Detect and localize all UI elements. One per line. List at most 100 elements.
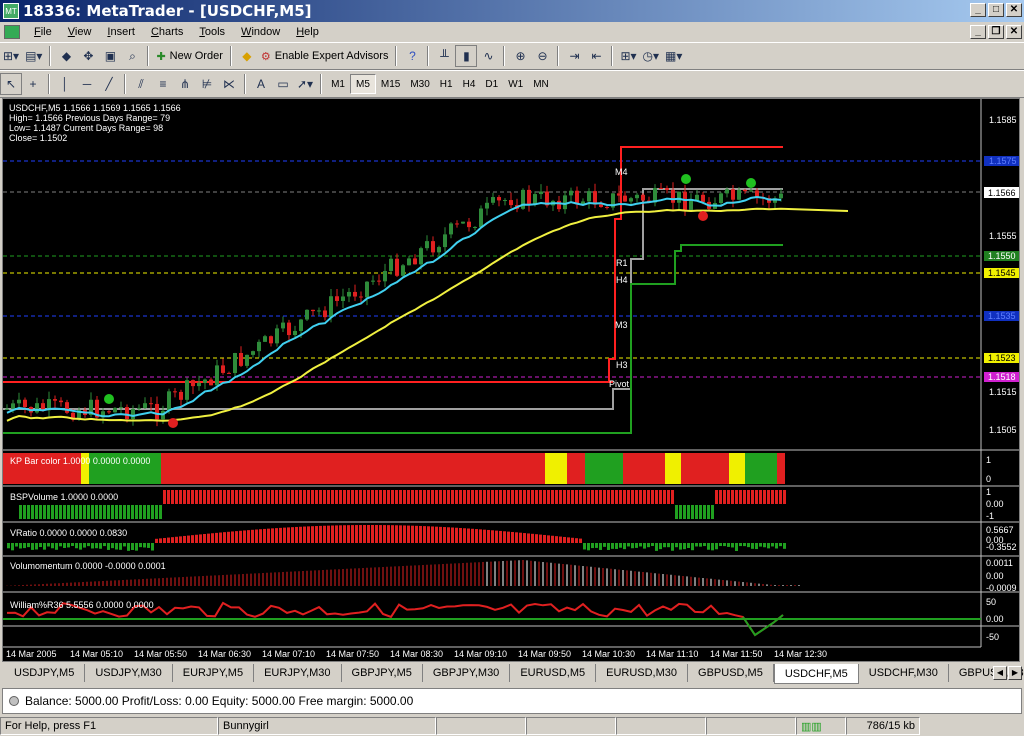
timeframe-m5[interactable]: M5 (349, 74, 376, 94)
new-order-button[interactable]: ✚ New Order (153, 45, 225, 67)
tab-eurusd-m5[interactable]: EURUSD,M5 (510, 664, 597, 682)
bsp-volume-bar (599, 490, 602, 504)
terminal-icon[interactable]: ▣ (99, 45, 121, 67)
chart-window-icon[interactable] (4, 25, 20, 39)
cursor-icon[interactable]: ↖ (0, 73, 22, 95)
vratio-bar (519, 532, 522, 543)
fibonacci-retracement-icon[interactable]: ≡ (152, 73, 174, 95)
menu-help[interactable]: Help (288, 26, 327, 38)
bsp-volume-bar (763, 490, 766, 504)
vratio-bar (63, 543, 66, 548)
timeframe-m30[interactable]: M30 (405, 74, 434, 94)
periods-icon[interactable]: ◷▾ (640, 45, 663, 67)
line-chart-icon[interactable]: ∿ (477, 45, 499, 67)
fibonacci-arcs-icon[interactable]: ⋉ (218, 73, 240, 95)
vratio-bar (595, 543, 598, 548)
tab-usdchf-m30[interactable]: USDCHF,M30 (859, 664, 949, 682)
volmom-axis-label: 0.00 (986, 571, 1004, 581)
candle-body (287, 322, 291, 336)
templates-icon[interactable]: ▦▾ (662, 45, 685, 67)
market-watch-icon[interactable]: ◆ (55, 45, 77, 67)
child-restore-button[interactable]: ❐ (988, 25, 1004, 39)
menu-window[interactable]: Window (233, 26, 288, 38)
timeframe-m15[interactable]: M15 (376, 74, 405, 94)
text-icon[interactable]: A (250, 73, 272, 95)
tab-usdjpy-m5[interactable]: USDJPY,M5 (4, 664, 86, 682)
tab-eurjpy-m5[interactable]: EURJPY,M5 (173, 664, 255, 682)
bar-chart-icon[interactable]: ╨ (433, 45, 455, 67)
timeframe-w1[interactable]: W1 (503, 74, 528, 94)
profiles-icon[interactable]: ▤▾ (22, 45, 45, 67)
candle-body (641, 194, 645, 201)
menu-tools[interactable]: Tools (191, 26, 233, 38)
candle-body (779, 193, 783, 199)
new-chart-icon[interactable]: ⊞▾ (0, 45, 22, 67)
tab-gbpjpy-m30[interactable]: GBPJPY,M30 (423, 664, 511, 682)
gann-fan-icon[interactable]: ⋔ (174, 73, 196, 95)
tab-eurjpy-m30[interactable]: EURJPY,M30 (254, 664, 342, 682)
bsp-volume-bar (167, 490, 170, 504)
metaeditor-icon[interactable]: ◆ (236, 45, 258, 67)
vratio-bar (91, 543, 94, 549)
indicators-icon[interactable]: ⊞▾ (617, 45, 639, 67)
candlestick-icon[interactable]: ▮ (455, 45, 478, 67)
timeframe-m1[interactable]: M1 (326, 74, 350, 94)
timeframe-d1[interactable]: D1 (480, 74, 503, 94)
vratio-bar (531, 533, 534, 543)
crosshair-icon[interactable]: + (22, 73, 44, 95)
minimize-button[interactable]: _ (970, 3, 986, 17)
bsp-volume-bar (243, 490, 246, 504)
level-label-h3: H3 (616, 360, 628, 370)
chart-window[interactable]: USDCHF,M5 1.1566 1.1569 1.1565 1.1566 Hi… (2, 98, 1020, 662)
tab-scroll-right-icon[interactable]: ▶ (1008, 666, 1022, 680)
text-label-icon[interactable]: ▭ (272, 73, 294, 95)
tab-gbpusd-m5[interactable]: GBPUSD,M5 (688, 664, 774, 682)
candle-body (731, 189, 735, 200)
bsp-volume-bar (107, 505, 110, 519)
vertical-line-icon[interactable]: │ (54, 73, 76, 95)
vratio-bar (379, 525, 382, 543)
menu-insert[interactable]: Insert (99, 26, 143, 38)
zoom-out-icon[interactable]: ⊖ (531, 45, 553, 67)
bsp-volume-bar (475, 490, 478, 504)
tab-scroll-left-icon[interactable]: ◀ (993, 666, 1007, 680)
trendline-icon[interactable]: ╱ (98, 73, 120, 95)
bsp-volume-bar (383, 490, 386, 504)
timeframe-h4[interactable]: H4 (458, 74, 481, 94)
timeframe-h1[interactable]: H1 (435, 74, 458, 94)
tab-usdjpy-m30[interactable]: USDJPY,M30 (85, 664, 173, 682)
menu-view[interactable]: View (60, 26, 100, 38)
close-button[interactable]: ✕ (1006, 3, 1022, 17)
candle-body (437, 247, 441, 253)
equidistant-channel-icon[interactable]: ⫽ (130, 73, 152, 95)
metatrader-app-icon[interactable]: MT (3, 3, 19, 19)
navigator-icon[interactable]: ✥ (77, 45, 99, 67)
price-chart[interactable]: USDCHF,M5 1.1566 1.1569 1.1565 1.1566 Hi… (3, 99, 1020, 662)
chart-shift-icon[interactable]: ⇤ (585, 45, 607, 67)
tab-eurusd-m30[interactable]: EURUSD,M30 (596, 664, 689, 682)
arrows-icon[interactable]: ➚▾ (294, 73, 316, 95)
maximize-button[interactable]: □ (988, 3, 1004, 17)
vratio-bar (47, 543, 50, 547)
vratio-bar (367, 525, 370, 543)
strategy-tester-icon[interactable]: ⌕ (121, 45, 143, 67)
child-close-button[interactable]: ✕ (1006, 25, 1022, 39)
help-icon[interactable]: ? (401, 45, 423, 67)
zoom-in-icon[interactable]: ⊕ (509, 45, 531, 67)
menu-charts[interactable]: Charts (143, 26, 191, 38)
bsp-volume-bar (567, 490, 570, 504)
auto-scroll-icon[interactable]: ⇥ (563, 45, 585, 67)
fibonacci-fan-icon[interactable]: ⊭ (196, 73, 218, 95)
horizontal-line-icon[interactable]: ─ (76, 73, 98, 95)
menu-file[interactable]: File (26, 26, 60, 38)
tab-gbpjpy-m5[interactable]: GBPJPY,M5 (342, 664, 423, 682)
child-minimize-button[interactable]: _ (970, 25, 986, 39)
bsp-volume-bar (183, 490, 186, 504)
vratio-bar (723, 543, 726, 547)
timeframe-mn[interactable]: MN (528, 74, 554, 94)
tab-usdchf-m5[interactable]: USDCHF,M5 (773, 664, 859, 684)
terminal-balance-row[interactable]: Balance: 5000.00 Profit/Loss: 0.00 Equit… (2, 688, 1022, 714)
bsp-volume-bar (31, 505, 34, 519)
expert-advisors-button[interactable]: ⚙ Enable Expert Advisors (258, 45, 392, 67)
kp-color-segment (545, 453, 567, 484)
